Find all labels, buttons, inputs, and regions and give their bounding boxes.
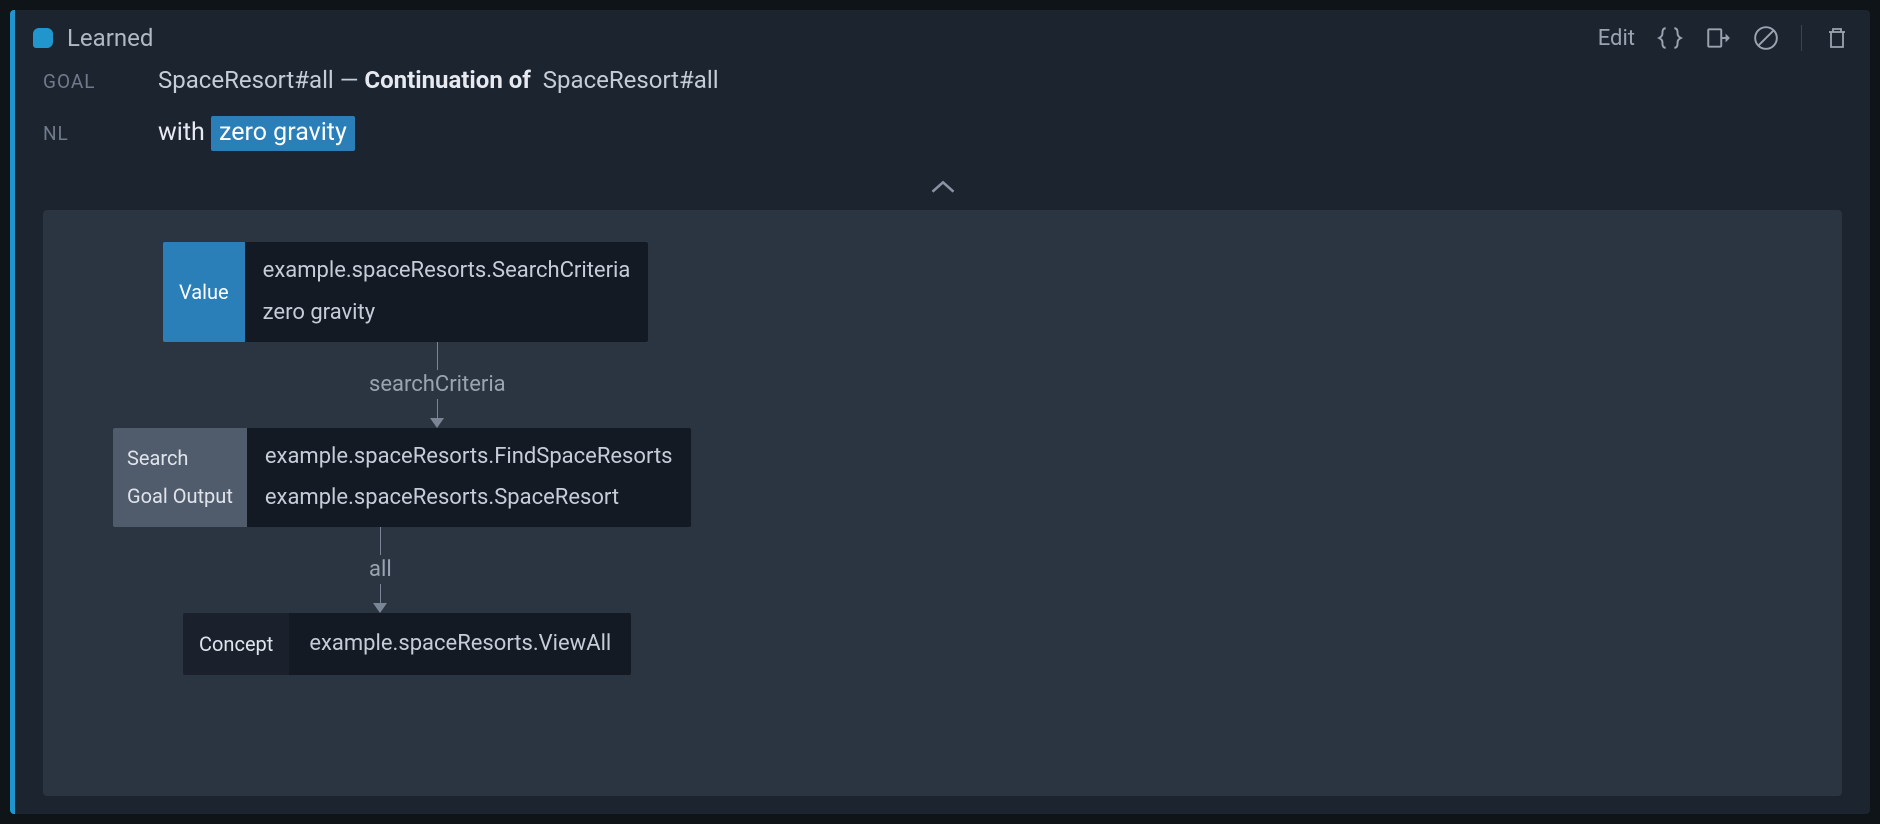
collapse-row [15,165,1870,210]
export-icon[interactable] [1705,25,1731,51]
value-node-type: example.spaceResorts.SearchCriteria [263,250,631,292]
edge-label-1: searchCriteria [369,370,506,399]
nl-row: NL with zero gravity [15,104,1870,165]
chevron-up-icon[interactable] [929,177,957,202]
goal-text: SpaceResort#all — Continuation of SpaceR… [158,66,719,94]
nl-highlight[interactable]: zero gravity [211,116,355,151]
concept-node[interactable]: Concept example.spaceResorts.ViewAll [183,613,631,675]
braces-icon[interactable] [1657,25,1683,51]
goal-entity-2: SpaceResort#all [543,66,719,94]
value-node[interactable]: Value example.spaceResorts.SearchCriteri… [163,242,648,342]
learned-panel: Learned Edit [10,10,1870,814]
goal-row: Goal SpaceResort#all — Continuation of S… [15,62,1870,104]
value-node-body: example.spaceResorts.SearchCriteria zero… [245,242,649,342]
search-node-body: example.spaceResorts.FindSpaceResorts ex… [247,428,691,528]
edge-all: all [369,527,392,613]
search-node[interactable]: Search Goal Output example.spaceResorts.… [113,428,691,528]
nl-label: NL [43,122,158,145]
edit-button[interactable]: Edit [1598,26,1635,51]
edge-label-2: all [369,555,392,584]
nl-prefix: with [158,118,211,147]
trash-icon[interactable] [1824,25,1850,51]
graph-inner: Value example.spaceResorts.SearchCriteri… [83,242,683,675]
search-node-action: example.spaceResorts.FindSpaceResorts [265,436,673,478]
nl-text: with zero gravity [158,118,355,147]
toolbar-divider [1801,25,1802,51]
graph-panel: Value example.spaceResorts.SearchCriteri… [43,210,1842,796]
concept-node-type: example.spaceResorts.ViewAll [309,623,611,665]
goal-label: Goal [43,70,158,93]
header-actions: Edit [1598,25,1850,51]
node-tag-search: Search Goal Output [113,428,247,528]
learned-badge-icon [33,28,53,48]
node-tag-value: Value [163,242,245,342]
panel-header: Learned Edit [15,10,1870,62]
search-node-output: example.spaceResorts.SpaceResort [265,477,673,519]
concept-node-body: example.spaceResorts.ViewAll [289,613,631,675]
panel-title: Learned [67,24,1598,52]
value-node-value: zero gravity [263,292,631,334]
block-icon[interactable] [1753,25,1779,51]
goal-entity-1: SpaceResort#all [158,66,334,94]
node-tag-concept: Concept [183,613,289,675]
goal-continuation-label: Continuation of [364,66,531,94]
edge-searchcriteria: searchCriteria [369,342,506,428]
